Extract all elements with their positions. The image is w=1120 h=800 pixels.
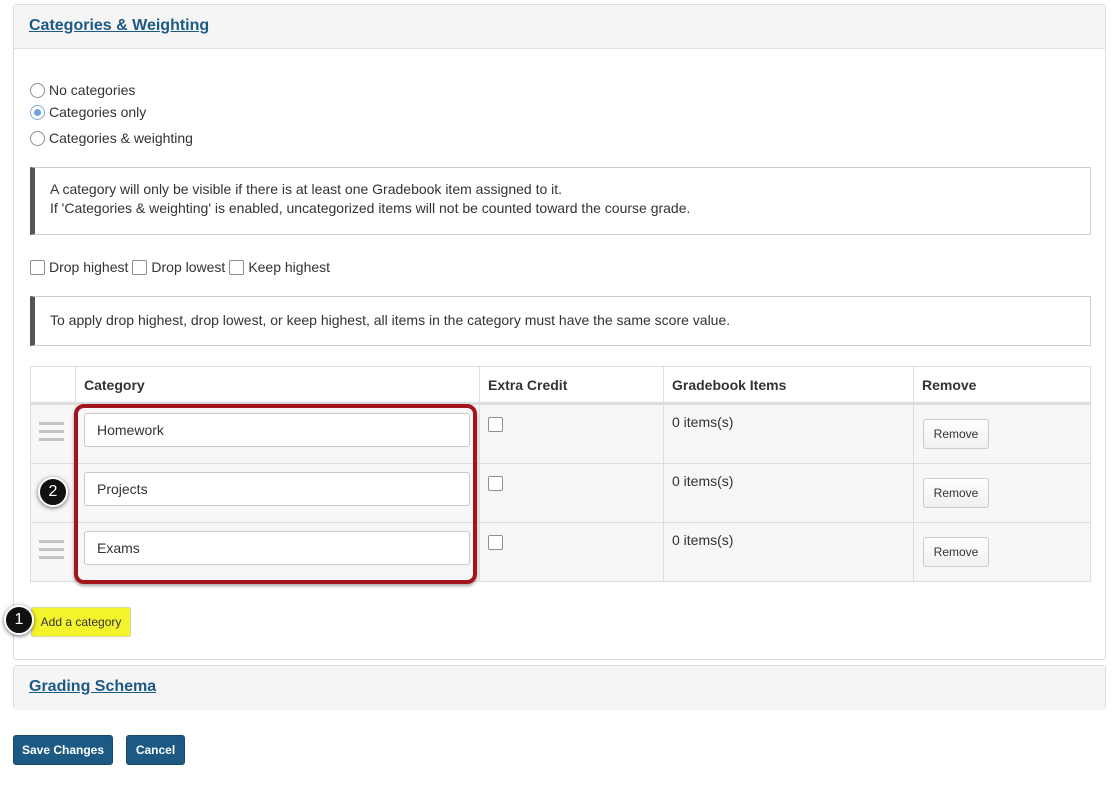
category-column-header: Category <box>76 367 480 402</box>
drop-highest-label: Drop highest <box>49 259 129 275</box>
remove-cell: Remove <box>914 523 1090 581</box>
extra-credit-cell <box>480 464 664 522</box>
radio-categories-only[interactable]: Categories only <box>30 102 146 122</box>
grading-schema-title[interactable]: Grading Schema <box>29 678 156 695</box>
category-info-box: A category will only be visible if there… <box>30 167 1091 235</box>
save-changes-button[interactable]: Save Changes <box>13 735 113 765</box>
add-category-button[interactable]: Add a category <box>31 607 131 637</box>
remove-button[interactable]: Remove <box>923 478 989 508</box>
remove-cell: Remove <box>914 464 1090 522</box>
gradebook-items-cell: 0 items(s) <box>664 464 914 522</box>
gradebook-items-cell: 0 items(s) <box>664 523 914 581</box>
remove-column-header: Remove <box>922 377 977 393</box>
drag-column-header <box>31 367 76 402</box>
gradebook-items-count: 0 items(s) <box>672 532 734 548</box>
extra-credit-cell <box>480 405 664 463</box>
radio-no-categories[interactable]: No categories <box>30 80 135 100</box>
keep-highest-label: Keep highest <box>248 259 331 275</box>
radio-label: Categories only <box>49 104 147 120</box>
drag-handle-icon[interactable] <box>39 540 64 562</box>
keep-highest-checkbox[interactable] <box>229 259 245 275</box>
gradebook-items-count: 0 items(s) <box>672 414 734 430</box>
drop-lowest-checkbox[interactable] <box>132 259 148 275</box>
extra-credit-column-header: Extra Credit <box>480 367 664 402</box>
drop-info-box: To apply drop highest, drop lowest, or k… <box>30 296 1091 346</box>
drop-highest-checkbox[interactable] <box>30 259 45 275</box>
extra-credit-cell <box>480 523 664 581</box>
remove-cell: Remove <box>914 405 1090 463</box>
cancel-button[interactable]: Cancel <box>126 735 185 765</box>
drag-cell <box>31 523 76 581</box>
info-text-line: To apply drop highest, drop lowest, or k… <box>50 312 731 328</box>
info-text-line: A category will only be visible if there… <box>50 181 563 197</box>
step-1-badge: 1 <box>4 605 34 635</box>
gradebook-items-column-header: Gradebook Items <box>664 367 914 402</box>
drag-handle-icon[interactable] <box>39 422 64 444</box>
gradebook-items-count: 0 items(s) <box>672 473 734 489</box>
categories-weighting-title[interactable]: Categories & Weighting <box>29 17 209 34</box>
panel-heading: Categories & Weighting <box>14 5 1105 49</box>
info-text-line: If 'Categories & weighting' is enabled, … <box>50 200 691 216</box>
category-inputs-highlight <box>74 404 477 584</box>
step-2-badge: 2 <box>38 477 68 507</box>
drag-cell <box>31 405 76 463</box>
drop-lowest-label: Drop lowest <box>151 259 226 275</box>
panel-heading: Grading Schema <box>14 666 1105 710</box>
table-header: Category Extra Credit Gradebook Items Re… <box>31 367 1090 404</box>
radio-button[interactable] <box>30 82 45 98</box>
radio-button-selected[interactable] <box>30 104 45 120</box>
radio-label: No categories <box>49 82 136 98</box>
extra-credit-checkbox[interactable] <box>488 535 503 550</box>
extra-credit-checkbox[interactable] <box>488 417 503 432</box>
remove-button[interactable]: Remove <box>923 537 989 567</box>
radio-categories-weighting[interactable]: Categories & weighting <box>30 128 193 148</box>
radio-label: Categories & weighting <box>49 130 193 146</box>
drop-options: Drop highest Drop lowest Keep highest <box>30 257 334 277</box>
remove-button[interactable]: Remove <box>923 419 989 449</box>
extra-credit-checkbox[interactable] <box>488 476 503 491</box>
radio-button[interactable] <box>30 130 45 146</box>
gradebook-items-cell: 0 items(s) <box>664 405 914 463</box>
grading-schema-panel: Grading Schema <box>13 665 1106 710</box>
